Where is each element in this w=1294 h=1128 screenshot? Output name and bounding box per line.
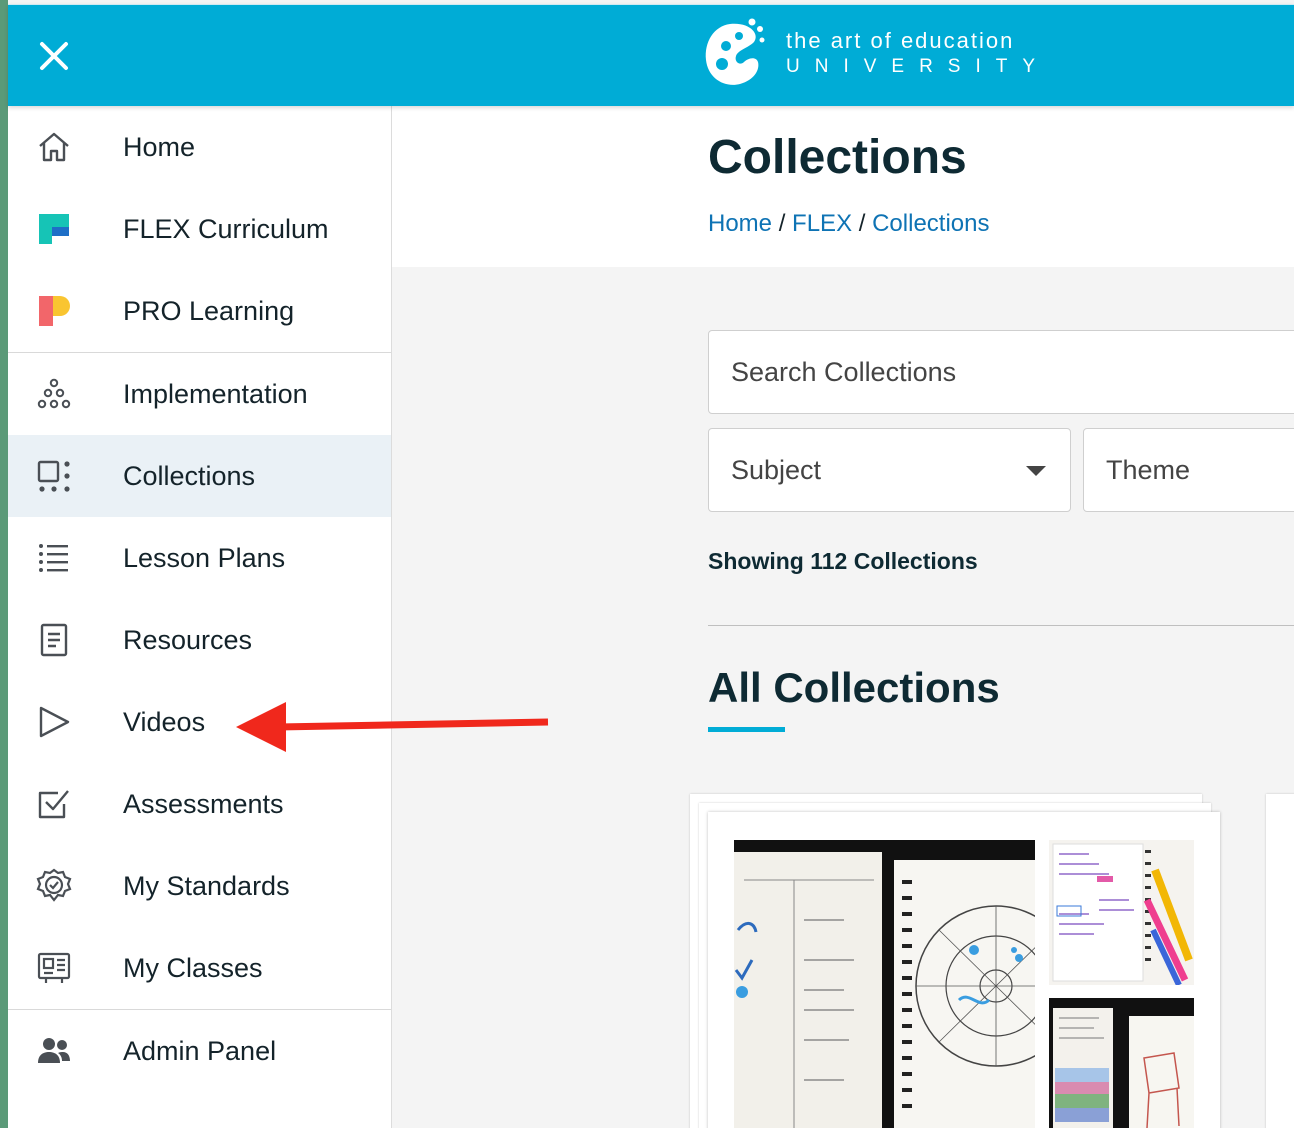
breadcrumb-separator: / [858, 210, 866, 237]
theme-select[interactable]: Theme [1083, 428, 1294, 512]
collection-card[interactable] [708, 812, 1220, 1128]
sidebar-nav: Home FLEX Curriculum PRO Learning Implem… [8, 106, 392, 1128]
top-bar: the art of education UNIVERSITY [8, 4, 1294, 106]
breadcrumb-separator: / [778, 210, 786, 237]
sidebar-item-assessments[interactable]: Assessments [8, 763, 391, 845]
flex-logo-icon [36, 211, 72, 247]
breadcrumb-flex-link[interactable]: FLEX [792, 210, 852, 237]
sidebar-item-label: My Classes [123, 952, 263, 983]
list-icon [36, 540, 72, 576]
breadcrumb-collections-link[interactable]: Collections [872, 210, 989, 237]
breadcrumb: Home / FLEX / Collections [708, 210, 989, 238]
sidebar-item-label: Lesson Plans [123, 542, 286, 573]
search-placeholder: Search Collections [731, 356, 957, 387]
dots-pyramid-icon [36, 376, 72, 412]
sidebar-item-label: Implementation [123, 378, 308, 409]
theme-select-value: Theme [1106, 454, 1191, 485]
sidebar-item-label: Assessments [123, 788, 284, 819]
id-card-icon [36, 950, 72, 986]
sidebar-item-resources[interactable]: Resources [8, 599, 391, 681]
sidebar-item-my-standards[interactable]: My Standards [8, 845, 391, 927]
sidebar-item-label: Collections [123, 460, 256, 491]
play-icon [36, 704, 72, 740]
collection-card[interactable] [1266, 794, 1294, 1128]
sidebar-item-label: Home [123, 131, 196, 162]
sidebar-item-label: FLEX Curriculum [123, 213, 329, 244]
section-title: All Collections [708, 664, 1000, 711]
search-input[interactable]: Search Collections [708, 330, 1294, 414]
sidebar-item-my-classes[interactable]: My Classes [8, 927, 391, 1009]
sidebar-item-home[interactable]: Home [8, 106, 391, 188]
section-title-underline [708, 727, 785, 732]
document-icon [36, 622, 72, 658]
results-count: Showing 112 Collections [708, 548, 978, 574]
collection-thumbnail-notebook [1049, 840, 1194, 985]
pro-logo-icon [36, 293, 72, 329]
chevron-down-icon [1026, 466, 1046, 476]
collection-thumbnail-sketchbook [734, 840, 1035, 1128]
subject-select-value: Subject [731, 454, 822, 485]
sidebar-item-admin-panel[interactable]: Admin Panel [8, 1010, 391, 1092]
site-logo[interactable]: the art of education UNIVERSITY [702, 13, 1050, 93]
section-divider [708, 625, 1294, 626]
close-icon[interactable] [36, 38, 72, 74]
sidebar-item-label: My Standards [123, 870, 290, 901]
collections-grid-icon [36, 458, 72, 494]
sidebar-item-lesson-plans[interactable]: Lesson Plans [8, 517, 391, 599]
sidebar-item-collections[interactable]: Collections [8, 435, 391, 517]
sidebar-item-label: PRO Learning [123, 295, 295, 326]
subject-select[interactable]: Subject [708, 428, 1071, 512]
users-icon [36, 1033, 72, 1069]
page-title: Collections [708, 131, 967, 184]
sidebar-item-label: Videos [123, 706, 206, 737]
palette-logo-icon [705, 18, 765, 85]
breadcrumb-home-link[interactable]: Home [708, 210, 772, 237]
collection-thumbnail-drawings [1049, 998, 1194, 1128]
sidebar-item-flex-curriculum[interactable]: FLEX Curriculum [8, 188, 391, 270]
sidebar-item-implementation[interactable]: Implementation [8, 353, 391, 435]
sidebar-item-label: Resources [123, 624, 253, 655]
page-header: Collections Home / FLEX / Collections [392, 106, 1294, 267]
badge-gear-icon [36, 868, 72, 904]
logo-line-1: the art of education [786, 28, 1015, 53]
checkbox-icon [36, 786, 72, 822]
sidebar-item-pro-learning[interactable]: PRO Learning [8, 270, 391, 352]
sidebar-item-label: Admin Panel [123, 1035, 277, 1066]
logo-line-2: UNIVERSITY [786, 56, 1051, 77]
window-edge [0, 0, 8, 1128]
home-icon [36, 129, 72, 165]
sidebar-item-videos[interactable]: Videos [8, 681, 391, 763]
